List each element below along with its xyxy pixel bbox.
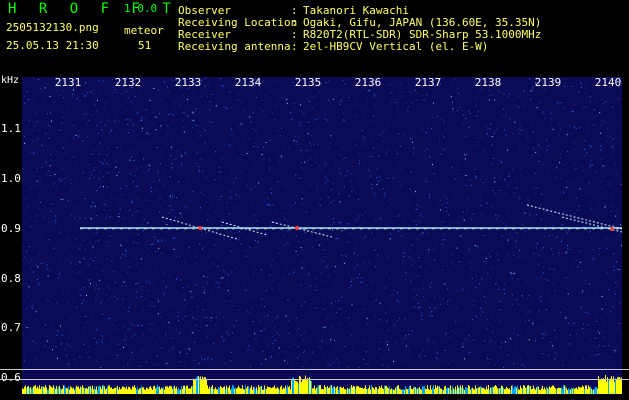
noise-layer xyxy=(22,77,622,368)
separator: : xyxy=(291,40,298,53)
meteor-echo xyxy=(295,226,299,230)
spectrogram-plot xyxy=(22,77,622,394)
freq-label: 0.6 xyxy=(1,371,21,384)
spectrogram-canvas xyxy=(22,77,622,394)
meteor-count: 51 xyxy=(138,39,152,52)
unit-label: kHz xyxy=(1,75,20,86)
antenna-value: 2el-HB9CV Vertical (el. E-W) xyxy=(303,40,489,53)
meteor-label: meteor xyxy=(124,24,164,37)
minute-label: 2134 xyxy=(234,76,262,89)
minute-axis: 2131 2132 2133 2134 2135 2136 2137 2138 … xyxy=(22,77,622,91)
header: H R O F F T 1.0.0 2505132130.png meteor … xyxy=(0,0,629,75)
file-name: 2505132130.png xyxy=(6,21,99,34)
reference-line xyxy=(0,369,629,370)
app-version: 1.0.0 xyxy=(124,2,158,15)
minute-label: 2133 xyxy=(174,76,202,89)
meteor-streak xyxy=(526,204,622,230)
antenna-label: Receiving antenna xyxy=(178,40,291,53)
meteor-streak xyxy=(271,221,333,238)
minute-label: 2135 xyxy=(294,76,322,89)
freq-label: 0.9 xyxy=(1,222,21,235)
minute-label: 2136 xyxy=(354,76,382,89)
reference-line xyxy=(0,379,629,380)
minute-label: 2138 xyxy=(474,76,502,89)
freq-label: 1.1 xyxy=(1,122,21,135)
minute-label: 2140 xyxy=(594,76,622,89)
minute-label: 2139 xyxy=(534,76,562,89)
meteor-echo xyxy=(198,226,202,230)
date-time: 25.05.13 21:30 xyxy=(6,39,99,52)
minute-label: 2137 xyxy=(414,76,442,89)
signal-level-trace xyxy=(22,375,622,394)
freq-label: 1.0 xyxy=(1,172,21,185)
minute-label: 2132 xyxy=(114,76,142,89)
freq-label: 0.8 xyxy=(1,272,21,285)
freq-label: 0.7 xyxy=(1,321,21,334)
minute-label: 2131 xyxy=(54,76,82,89)
meteor-echo xyxy=(610,227,614,231)
